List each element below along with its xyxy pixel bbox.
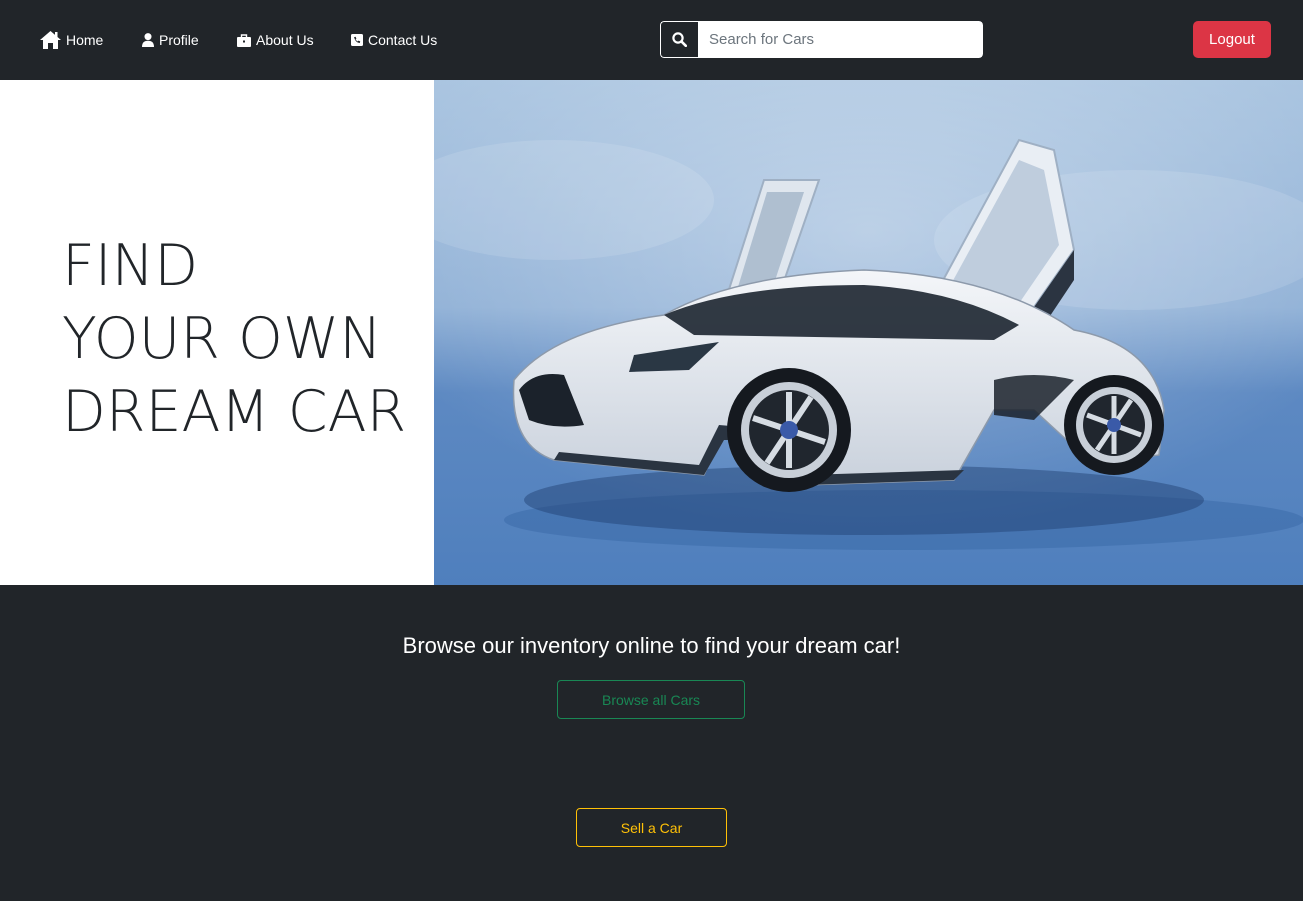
logout-button[interactable]: Logout — [1193, 21, 1271, 58]
browse-all-cars-button[interactable]: Browse all Cars — [557, 680, 745, 719]
nav-home-link[interactable]: Home — [40, 29, 103, 51]
briefcase-icon — [237, 33, 251, 47]
hero-heading-line: FIND — [62, 233, 199, 299]
search-icon — [672, 32, 687, 47]
nav-contact-link[interactable]: Contact Us — [351, 29, 437, 51]
user-icon — [142, 33, 154, 47]
hero-heading-line: YOUR OWN — [62, 306, 382, 372]
nav-about-link[interactable]: About Us — [237, 29, 314, 51]
search-input[interactable] — [698, 21, 983, 58]
nav-profile-label: Profile — [159, 32, 199, 48]
hero-section: FIND YOUR OWN DREAM CAR — [0, 80, 1303, 585]
hero-car-image — [434, 80, 1303, 585]
nav-home-label: Home — [66, 32, 104, 48]
sell-a-car-button[interactable]: Sell a Car — [576, 808, 727, 847]
nav-about-label: About Us — [256, 32, 314, 48]
phone-square-icon — [351, 34, 363, 46]
search-group — [660, 21, 983, 58]
cta-text: Browse our inventory online to find your… — [402, 633, 901, 658]
hero-heading-line: DREAM CAR — [62, 379, 407, 445]
home-icon — [40, 31, 61, 49]
nav-profile-link[interactable]: Profile — [142, 29, 199, 51]
navbar: Home Profile About Us Contact Us Search … — [0, 0, 1303, 80]
search-button[interactable] — [660, 21, 698, 58]
nav-contact-label: Contact Us — [368, 32, 438, 48]
hero-heading: FIND YOUR OWN DREAM CAR — [62, 230, 406, 449]
